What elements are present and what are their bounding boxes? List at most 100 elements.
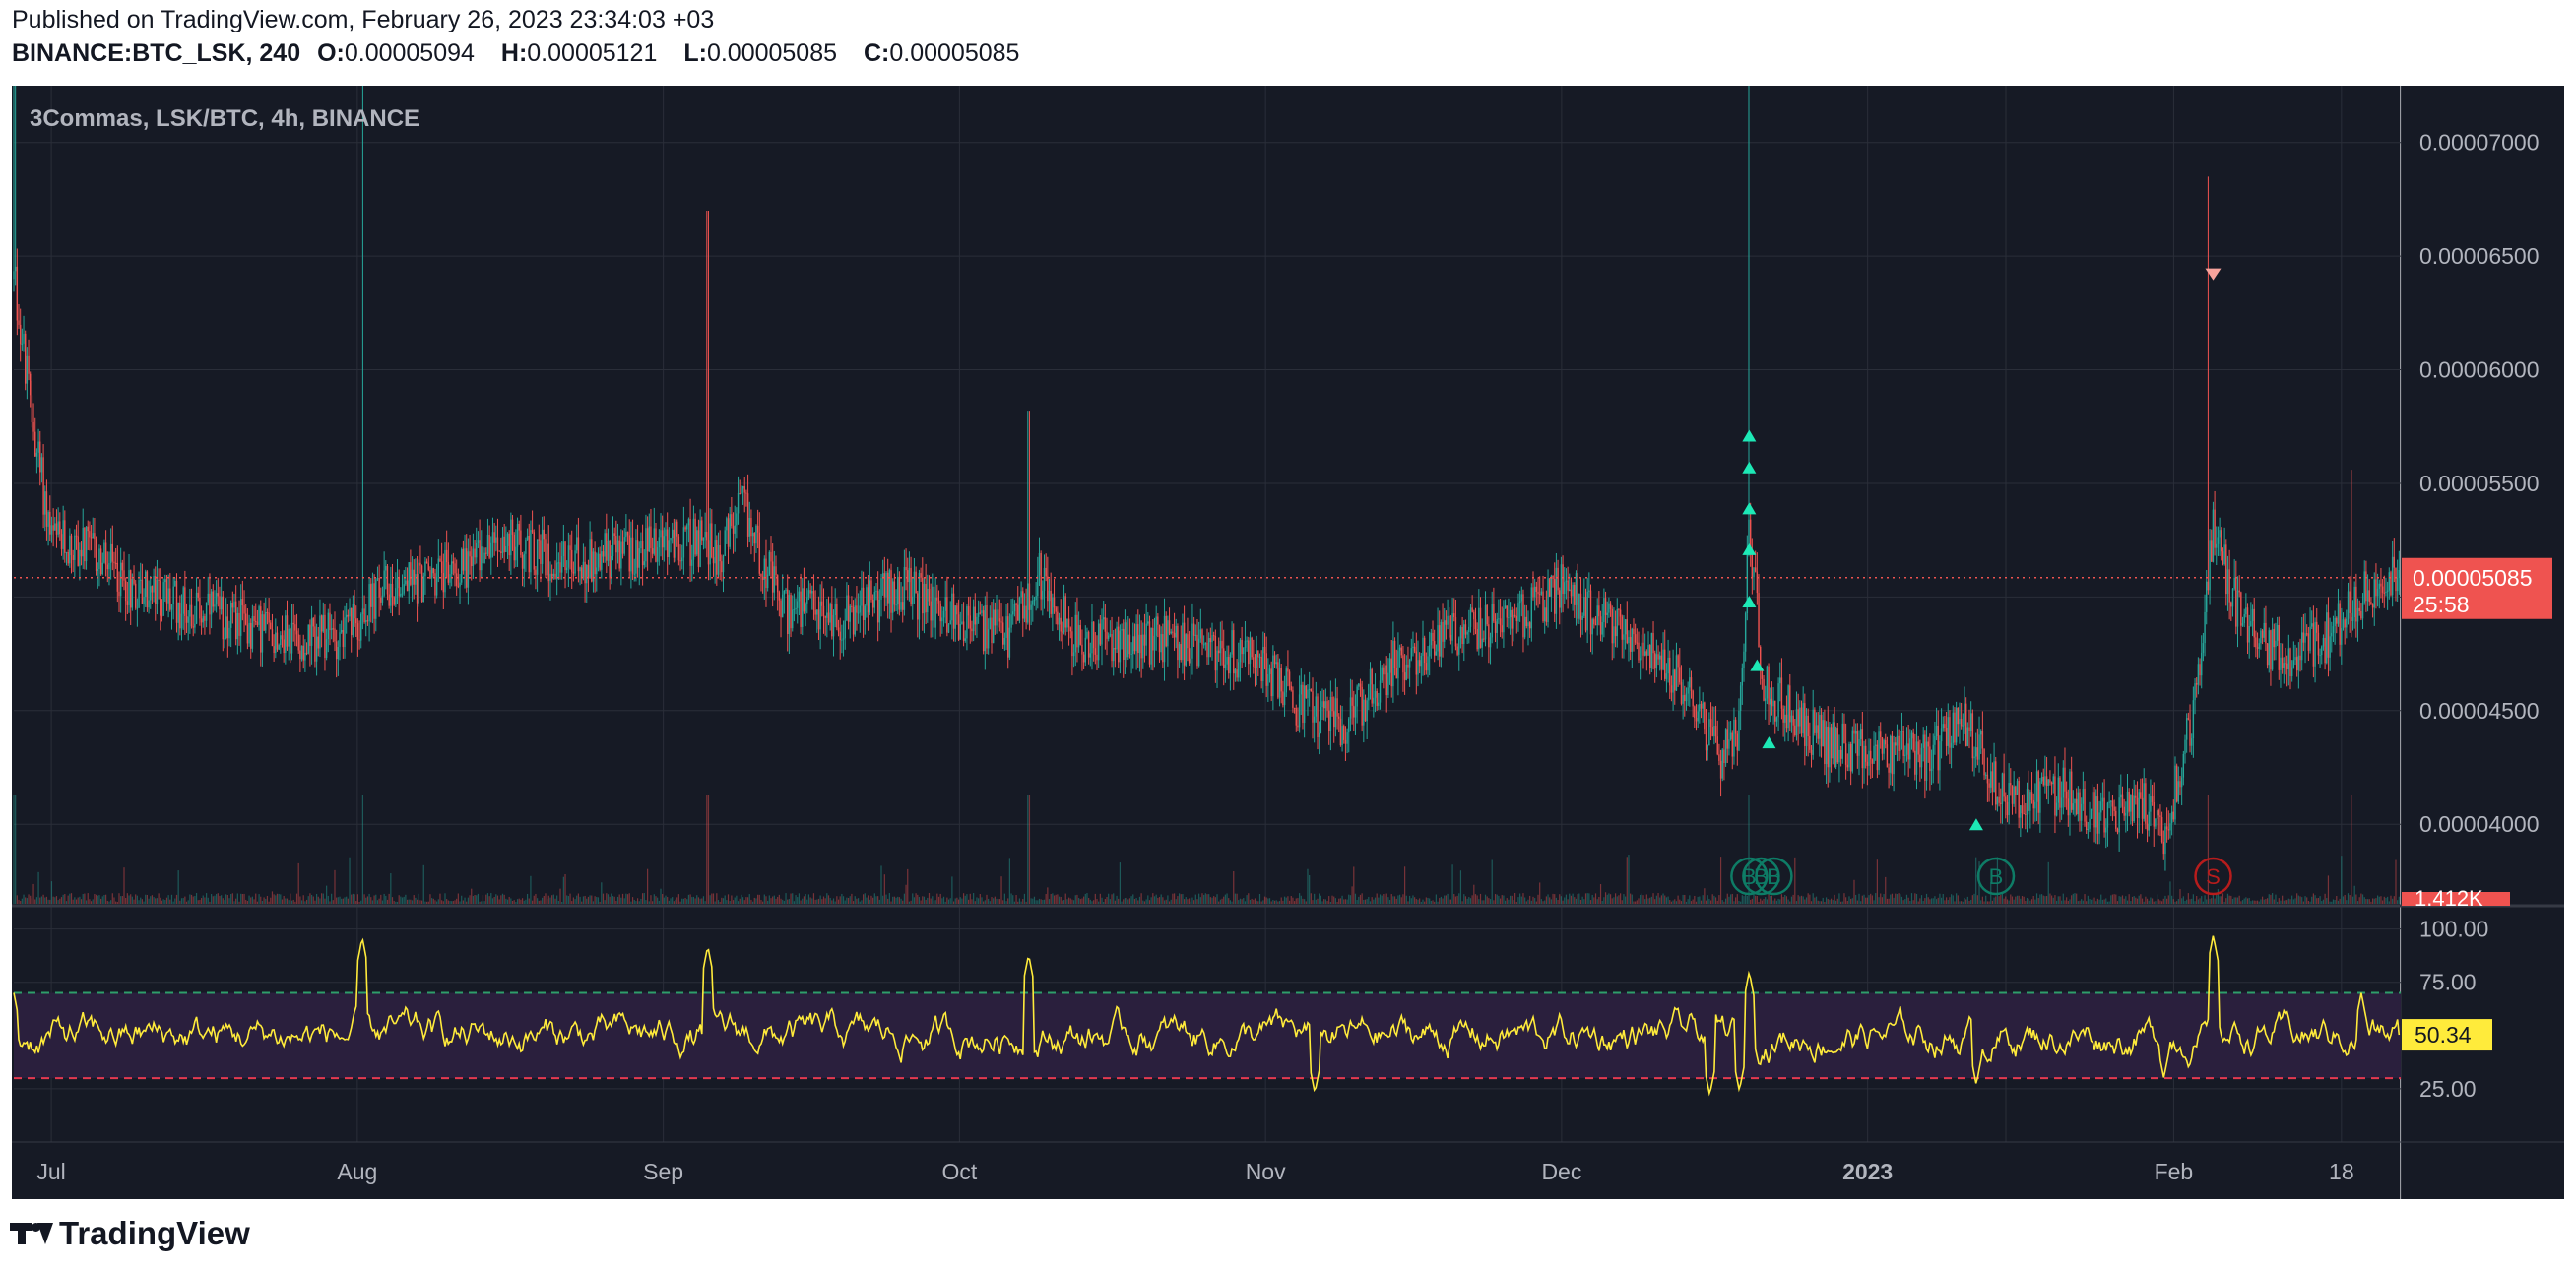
volume-bar: [2115, 894, 2117, 904]
tradingview-logo[interactable]: TradingView: [10, 1215, 250, 1252]
candle-body: [1925, 741, 1928, 781]
published-line: Published on TradingView.com, February 2…: [12, 6, 715, 33]
volume-bar: [1822, 897, 1824, 904]
volume-bar: [2131, 896, 2134, 904]
candle-body: [2380, 583, 2382, 587]
volume-bar: [1574, 897, 1576, 904]
volume-bar: [413, 895, 415, 904]
volume-bar: [1356, 900, 1358, 904]
candle-body: [797, 601, 799, 608]
candle-body: [275, 632, 277, 654]
candle-body: [1792, 715, 1794, 726]
volume-bar: [2285, 900, 2286, 904]
volume-bar: [2322, 899, 2325, 904]
candle-body: [1082, 654, 1085, 663]
candle-body: [842, 638, 845, 640]
volume-bar: [1343, 899, 1345, 904]
volume-bar: [2261, 896, 2264, 904]
volume-bar: [947, 899, 950, 904]
volume-bar: [467, 897, 469, 904]
candle-body: [760, 573, 762, 577]
volume-bar: [1768, 893, 1770, 904]
volume-bar: [531, 900, 534, 904]
volume-bar: [2266, 898, 2269, 904]
candle-body: [2064, 767, 2066, 792]
candle-body: [1980, 730, 1982, 735]
volume-bar: [1353, 866, 1355, 904]
candle-body: [847, 595, 850, 622]
candle-body: [1045, 567, 1047, 577]
volume-bar: [2221, 896, 2222, 904]
candle-body: [156, 579, 159, 604]
volume-bar: [1147, 895, 1149, 904]
candle-body: [737, 493, 740, 514]
volume-bar: [785, 893, 787, 904]
volume-bar: [2098, 899, 2100, 904]
candle-body: [663, 536, 666, 548]
volume-bar: [2076, 893, 2078, 904]
candle-body: [1873, 745, 1875, 764]
volume-bar: [892, 896, 894, 904]
candle-body: [844, 620, 846, 639]
candle-body: [2029, 792, 2031, 811]
candle-body: [822, 605, 825, 617]
candle-body: [1035, 596, 1037, 601]
volume-bar: [21, 898, 23, 904]
candle-body: [1010, 614, 1012, 628]
volume-bar: [2324, 893, 2326, 904]
candle-body: [2123, 806, 2125, 816]
volume-bar: [2366, 899, 2369, 904]
volume-bar: [697, 897, 700, 904]
candle-body: [419, 562, 421, 566]
volume-bar: [488, 896, 490, 904]
candle-body: [1807, 715, 1809, 736]
volume-bar: [817, 898, 820, 904]
volume-bar: [1198, 893, 1200, 904]
volume-bar: [483, 901, 485, 904]
candle-body: [79, 549, 81, 566]
candle-body: [1354, 706, 1357, 718]
candle-body: [1447, 615, 1449, 625]
volume-bar: [391, 897, 394, 904]
candle-body: [2079, 792, 2081, 821]
volume-bar: [887, 898, 889, 904]
candle-body: [893, 581, 896, 605]
candle-body: [1520, 594, 1522, 602]
symbol-label[interactable]: BINANCE:BTC_LSK, 240: [12, 39, 300, 67]
volume-bar: [1961, 901, 1963, 904]
volume-bar: [2233, 897, 2235, 904]
candle-body: [1797, 709, 1799, 727]
candle-body: [151, 586, 154, 593]
volume-bar: [395, 901, 397, 904]
volume-bar: [479, 901, 481, 904]
candle-body: [2065, 791, 2068, 799]
volume-bar: [1740, 901, 1742, 904]
volume-bar: [2126, 900, 2129, 904]
candle-body: [2120, 794, 2122, 798]
candle-body: [1369, 668, 1372, 685]
candle-body: [1954, 712, 1956, 743]
candle-body: [1674, 669, 1676, 691]
volume-bar: [968, 899, 970, 904]
volume-bar: [2061, 900, 2063, 904]
volume-bar: [920, 900, 922, 904]
candle-body: [411, 569, 414, 585]
volume-bar: [885, 894, 887, 904]
candle-body: [135, 583, 137, 608]
candle-body: [370, 584, 372, 607]
candle-body: [2256, 647, 2259, 649]
candle-body: [1878, 731, 1880, 771]
candle-body: [682, 527, 685, 558]
candle-body: [966, 606, 968, 639]
volume-bar: [1153, 896, 1156, 904]
volume-bar: [2275, 894, 2277, 904]
volume-bar: [1182, 894, 1184, 904]
volume-bar: [2248, 897, 2250, 904]
candle-body: [1113, 647, 1115, 662]
volume-bar: [1898, 893, 1900, 904]
chart-area[interactable]: BBB B S3Commas, LSK/BTC, 4h, BINANCE0.0000…: [0, 84, 2576, 1201]
candle-body: [1902, 731, 1904, 756]
candle-body: [1282, 691, 1284, 706]
volume-bar: [562, 876, 564, 904]
candle-body: [1631, 628, 1634, 652]
